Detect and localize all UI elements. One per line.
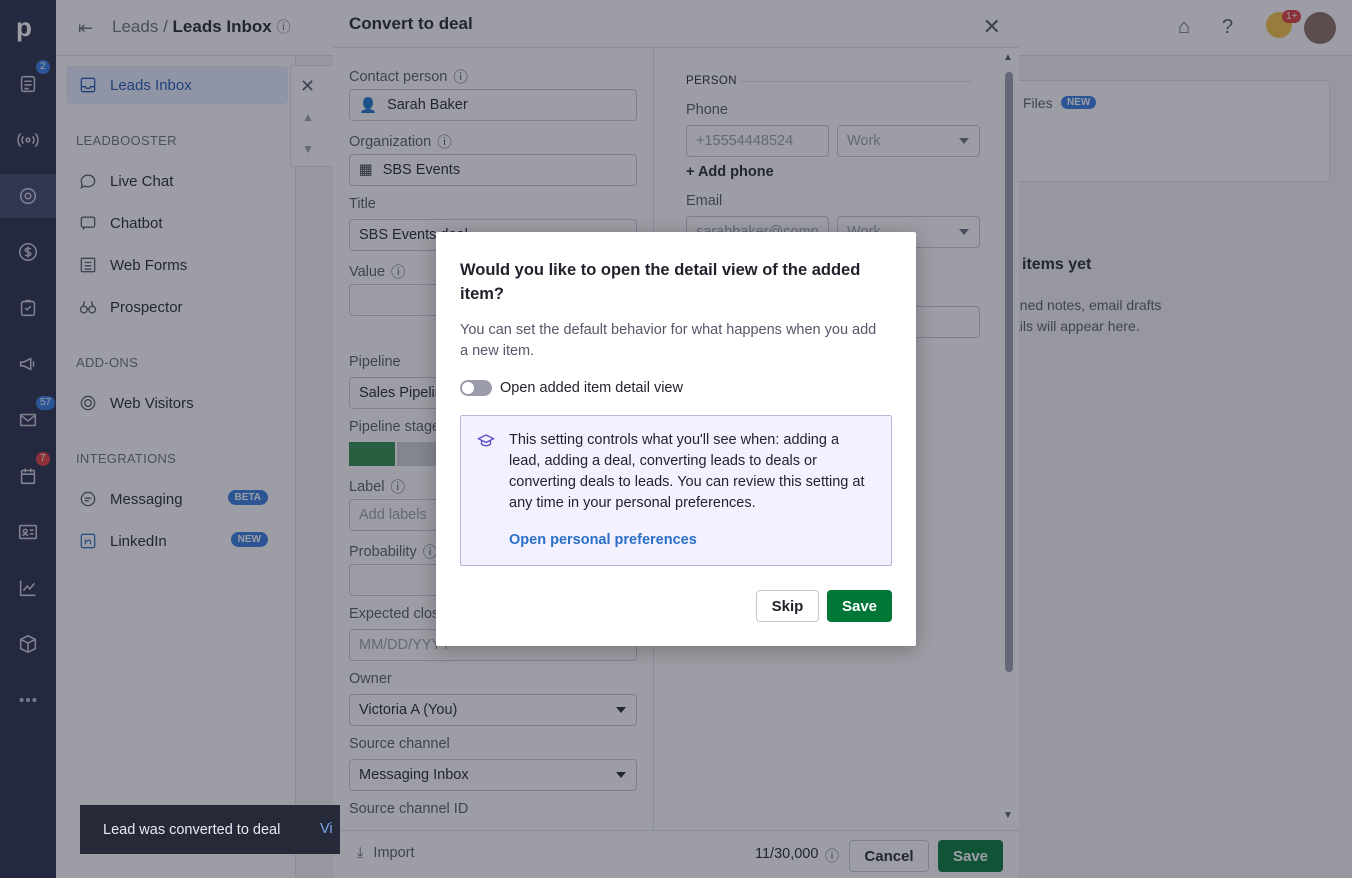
toast-action-link[interactable]: Vi: [320, 821, 333, 837]
graduation-cap-icon: [477, 434, 495, 447]
detail-view-dialog: Would you like to open the detail view o…: [436, 232, 916, 646]
dialog-description: You can set the default behavior for wha…: [460, 322, 877, 359]
save-button[interactable]: Save: [827, 590, 892, 622]
open-detail-view-toggle[interactable]: [460, 380, 492, 396]
info-text: This setting controls what you'll see wh…: [509, 432, 865, 511]
open-preferences-link[interactable]: Open personal preferences: [509, 532, 697, 548]
skip-button[interactable]: Skip: [756, 590, 819, 622]
info-box: This setting controls what you'll see wh…: [460, 415, 892, 566]
toggle-label: Open added item detail view: [500, 380, 683, 396]
toast-message: Lead was converted to deal: [103, 821, 281, 838]
toast-notification: Lead was converted to deal Vi: [80, 805, 340, 854]
dialog-title: Would you like to open the detail view o…: [460, 261, 861, 303]
